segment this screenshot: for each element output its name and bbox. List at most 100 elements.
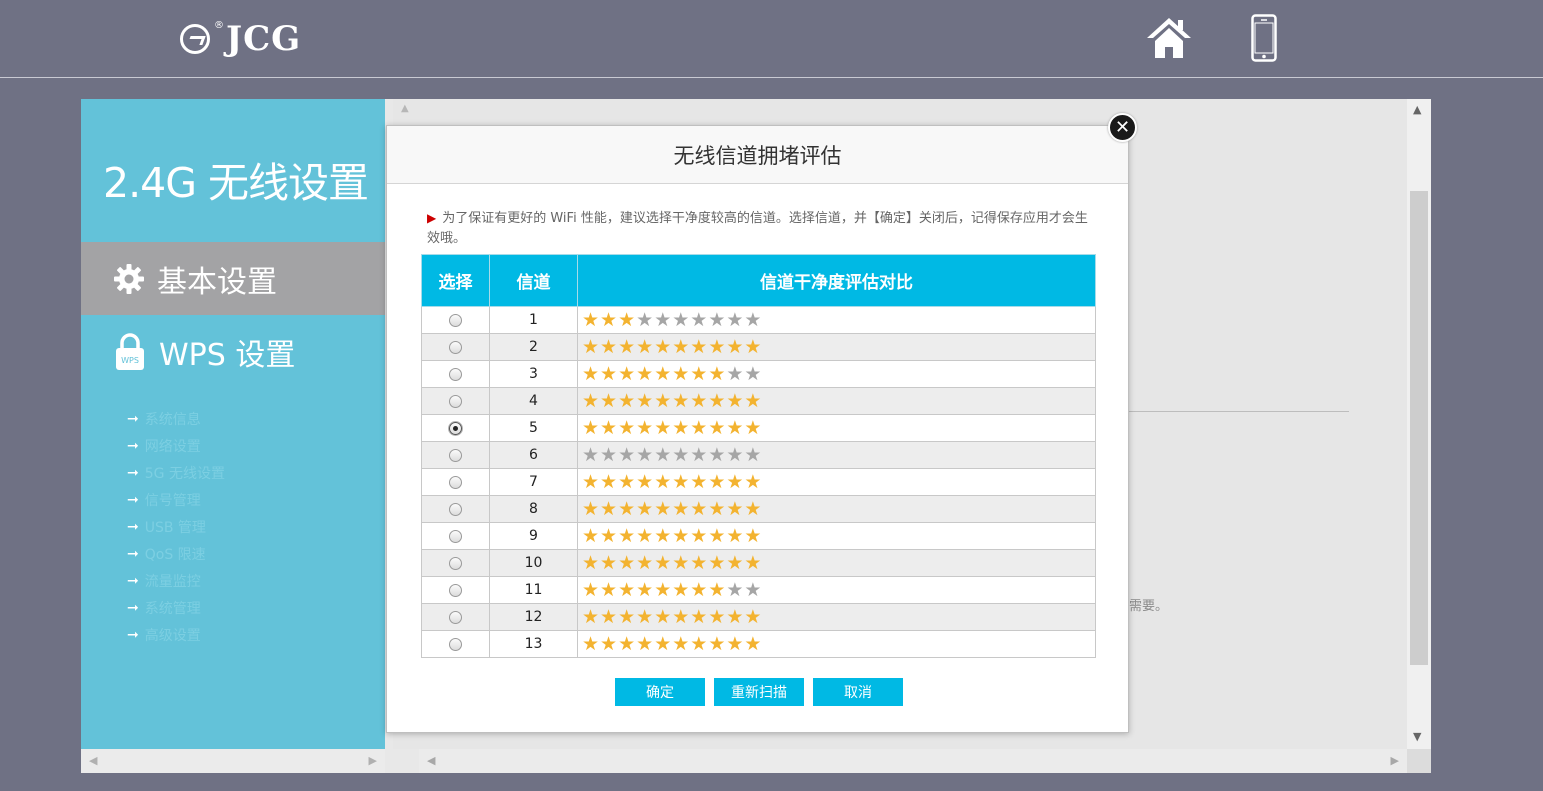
select-cell (421, 603, 490, 631)
channel-radio[interactable] (449, 448, 462, 462)
star-filled-icon: ★ (726, 633, 745, 655)
star-filled-icon: ★ (636, 417, 655, 439)
rescan-button[interactable]: 重新扫描 (714, 678, 804, 706)
arrow-right-icon: ➞ (127, 626, 139, 643)
channel-radio[interactable] (449, 529, 462, 543)
star-filled-icon: ★ (636, 633, 655, 655)
scroll-up-icon[interactable]: ▲ (1413, 103, 1421, 116)
sidebar-link[interactable]: ➞ 系统信息 (127, 405, 225, 432)
channel-radio[interactable] (449, 421, 462, 435)
star-empty-icon: ★ (726, 444, 745, 466)
star-filled-icon: ★ (582, 471, 601, 493)
star-filled-icon: ★ (744, 336, 763, 358)
phone-icon[interactable] (1251, 14, 1277, 62)
star-filled-icon: ★ (636, 579, 655, 601)
star-filled-icon: ★ (708, 390, 727, 412)
menu-item-basic-settings[interactable]: 基本设置 (81, 242, 385, 315)
star-filled-icon: ★ (582, 390, 601, 412)
sidebar-link[interactable]: ➞ 流量监控 (127, 567, 225, 594)
channel-cell: 8 (489, 495, 578, 523)
sidebar-horizontal-scrollbar[interactable]: ◀ ▶ (81, 749, 385, 773)
sidebar-link[interactable]: ➞ 信号管理 (127, 486, 225, 513)
dialog-notice: ▶ 为了保证有更好的 WiFi 性能，建议选择干净度较高的信道。选择信道，并【确定… (427, 208, 1099, 249)
star-filled-icon: ★ (618, 471, 637, 493)
channel-radio[interactable] (449, 556, 462, 570)
select-cell (421, 468, 490, 496)
channel-radio[interactable] (449, 610, 462, 624)
star-filled-icon: ★ (618, 336, 637, 358)
star-filled-icon: ★ (708, 525, 727, 547)
table-row: 9 ★★★★★★★★★★ (421, 522, 1096, 550)
scroll-down-icon[interactable]: ▼ (1413, 730, 1421, 743)
scroll-left-icon[interactable]: ◀ (89, 754, 97, 767)
triangle-right-icon: ▶ (427, 211, 437, 225)
arrow-right-icon: ➞ (127, 464, 139, 481)
star-filled-icon: ★ (690, 498, 709, 520)
column-header-rating: 信道干净度评估对比 (577, 254, 1096, 307)
star-filled-icon: ★ (582, 336, 601, 358)
star-filled-icon: ★ (654, 363, 673, 385)
star-filled-icon: ★ (600, 498, 619, 520)
channel-radio[interactable] (449, 637, 462, 651)
content-horizontal-scrollbar[interactable]: ◀ ▶ (419, 749, 1407, 773)
channel-radio[interactable] (449, 394, 462, 408)
close-icon[interactable]: ✕ (1108, 113, 1137, 142)
star-filled-icon: ★ (600, 633, 619, 655)
dialog-button-row: 确定 重新扫描 取消 (615, 678, 903, 706)
select-cell (421, 441, 490, 469)
dialog-title: 无线信道拥堵评估 (387, 126, 1128, 184)
channel-cell: 10 (489, 549, 578, 577)
channel-radio[interactable] (449, 340, 462, 354)
sidebar-link[interactable]: ➞ 网络设置 (127, 432, 225, 459)
channel-radio[interactable] (449, 313, 462, 327)
scroll-right-icon[interactable]: ▶ (369, 754, 377, 767)
scrollbar-thumb[interactable] (1410, 191, 1428, 665)
home-icon[interactable] (1145, 14, 1193, 62)
star-empty-icon: ★ (654, 309, 673, 331)
scrollbar-corner (1407, 749, 1431, 773)
star-filled-icon: ★ (582, 633, 601, 655)
sidebar-link[interactable]: ➞ 高级设置 (127, 621, 225, 648)
star-empty-icon: ★ (582, 444, 601, 466)
channel-cell: 4 (489, 387, 578, 415)
star-filled-icon: ★ (744, 417, 763, 439)
channel-radio[interactable] (449, 583, 462, 597)
scroll-right-icon[interactable]: ▶ (1391, 754, 1399, 767)
star-filled-icon: ★ (690, 336, 709, 358)
sidebar-link[interactable]: ➞ USB 管理 (127, 513, 225, 540)
star-empty-icon: ★ (744, 579, 763, 601)
cancel-button[interactable]: 取消 (813, 678, 903, 706)
select-cell (421, 414, 490, 442)
star-filled-icon: ★ (672, 525, 691, 547)
sidebar-link[interactable]: ➞ QoS 限速 (127, 540, 225, 567)
sidebar-link-label: 网络设置 (144, 438, 201, 455)
star-filled-icon: ★ (600, 309, 619, 331)
table-row: 11 ★★★★★★★★★★ (421, 576, 1096, 604)
star-empty-icon: ★ (636, 444, 655, 466)
confirm-button[interactable]: 确定 (615, 678, 705, 706)
menu-item-wps-settings[interactable]: WPS WPS 设置 (81, 317, 385, 387)
star-filled-icon: ★ (636, 498, 655, 520)
sidebar-link-label: 信号管理 (144, 492, 201, 509)
star-filled-icon: ★ (690, 390, 709, 412)
star-filled-icon: ★ (708, 552, 727, 574)
star-filled-icon: ★ (654, 606, 673, 628)
star-filled-icon: ★ (708, 633, 727, 655)
star-filled-icon: ★ (582, 525, 601, 547)
star-filled-icon: ★ (690, 579, 709, 601)
star-filled-icon: ★ (582, 363, 601, 385)
table-row: 13 ★★★★★★★★★★ (421, 630, 1096, 658)
star-filled-icon: ★ (636, 390, 655, 412)
channel-radio[interactable] (449, 502, 462, 516)
scroll-left-icon[interactable]: ◀ (427, 754, 435, 767)
sidebar-link[interactable]: ➞ 系统管理 (127, 594, 225, 621)
star-filled-icon: ★ (600, 525, 619, 547)
channel-radio[interactable] (449, 367, 462, 381)
sidebar-link[interactable]: ➞ 5G 无线设置 (127, 459, 225, 486)
vertical-scrollbar[interactable]: ▲ ▼ (1407, 99, 1431, 749)
jcg-logo[interactable]: ® JCG (180, 18, 301, 60)
sidebar: 2.4G 无线设置 基本设置 WPS WPS 设置 ➞ 系统信息 ➞ 网络设置 … (81, 99, 385, 749)
select-cell (421, 333, 490, 361)
star-filled-icon: ★ (636, 552, 655, 574)
channel-radio[interactable] (449, 475, 462, 489)
